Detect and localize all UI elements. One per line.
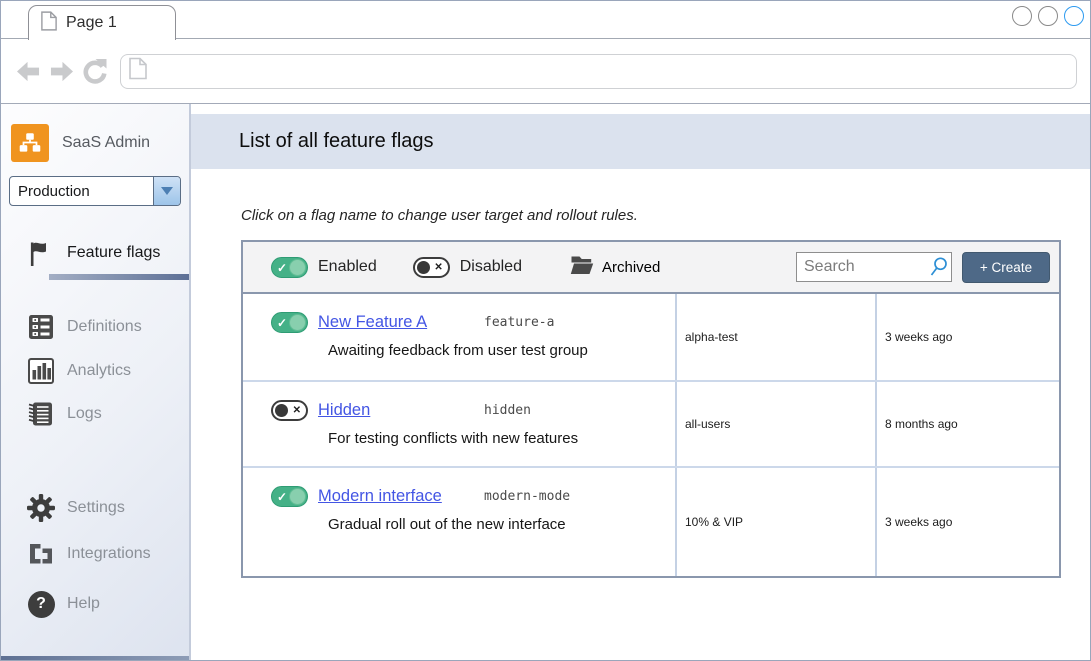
window-control-3[interactable] — [1064, 6, 1084, 26]
instruction-text: Click on a flag name to change user targ… — [241, 207, 1090, 224]
archived-label: Archived — [602, 259, 660, 276]
forward-icon[interactable] — [47, 57, 75, 85]
sidebar-item-settings[interactable]: Settings — [1, 493, 189, 523]
sidebar-item-label: Analytics — [67, 362, 131, 380]
flag-target: 10% & VIP — [685, 515, 743, 529]
flag-name-link[interactable]: Hidden — [318, 401, 474, 420]
brand: SaaS Admin — [11, 124, 189, 162]
flag-target-cell: 10% & VIP — [675, 468, 875, 576]
flag-toggle[interactable]: ✓ — [271, 486, 308, 507]
table-row: ✓ Modern interface modern-mode Gradual r… — [243, 466, 1059, 576]
window-controls — [1012, 6, 1084, 26]
sidebar-item-label: Integrations — [67, 545, 151, 563]
flag-updated: 8 months ago — [885, 417, 958, 431]
sidebar-item-label: Feature flags — [67, 244, 160, 262]
filter-archived[interactable]: Archived — [570, 254, 660, 280]
flag-updated: 3 weeks ago — [885, 330, 952, 344]
flag-description: For testing conflicts with new features — [328, 430, 675, 447]
sidebar-item-label: Definitions — [67, 318, 142, 336]
filter-disabled[interactable]: ✕ Disabled — [413, 257, 522, 278]
sidebar-item-label: Help — [67, 595, 100, 613]
back-icon[interactable] — [14, 57, 42, 85]
url-bar[interactable] — [120, 54, 1077, 89]
flag-updated-cell: 8 months ago — [875, 382, 1059, 466]
window-control-1[interactable] — [1012, 6, 1032, 26]
help-icon: ? — [26, 591, 56, 618]
browser-tab[interactable]: Page 1 — [28, 5, 176, 40]
page-header: List of all feature flags — [191, 114, 1090, 169]
table-row: ✓ New Feature A feature-a Awaiting feedb… — [243, 294, 1059, 380]
flag-key: feature-a — [484, 315, 554, 330]
browser-nav-bar — [1, 39, 1090, 104]
window-control-2[interactable] — [1038, 6, 1058, 26]
flag-key: hidden — [484, 403, 531, 418]
table-row: ✕ Hidden hidden For testing conflicts wi… — [243, 380, 1059, 466]
integrations-icon — [26, 540, 56, 568]
flag-main-cell: ✓ Modern interface modern-mode Gradual r… — [243, 468, 675, 576]
flag-toggle[interactable]: ✓ — [271, 312, 308, 333]
sidebar-item-analytics[interactable]: Analytics — [1, 356, 189, 386]
sidebar-item-logs[interactable]: Logs — [1, 399, 189, 429]
environment-select[interactable]: Production — [9, 176, 181, 206]
sidebar-item-help[interactable]: ? Help — [1, 589, 189, 619]
enabled-label: Enabled — [318, 258, 377, 276]
logs-icon — [26, 400, 56, 428]
environment-value: Production — [10, 177, 153, 205]
flag-description: Gradual roll out of the new interface — [328, 516, 675, 533]
bar-chart-icon — [26, 357, 56, 385]
disabled-label: Disabled — [460, 258, 522, 276]
enabled-toggle-icon[interactable]: ✓ — [271, 257, 308, 278]
browser-window: Page 1 S — [0, 0, 1091, 661]
page-icon — [41, 11, 57, 36]
search-icon — [927, 256, 949, 283]
gear-icon — [26, 493, 56, 523]
search-box — [796, 252, 952, 282]
create-button[interactable]: + Create — [962, 252, 1050, 283]
sidebar-item-feature-flags[interactable]: Feature flags — [1, 238, 189, 268]
flag-toggle[interactable]: ✕ — [271, 400, 308, 421]
chevron-down-icon[interactable] — [153, 177, 180, 205]
sidebar: SaaS Admin Production Feature flags — [1, 104, 191, 660]
sidebar-item-integrations[interactable]: Integrations — [1, 539, 189, 569]
browser-tab-bar: Page 1 — [1, 1, 1090, 39]
flag-description: Awaiting feedback from user test group — [328, 342, 675, 359]
flag-updated-cell: 3 weeks ago — [875, 294, 1059, 380]
flag-updated-cell: 3 weeks ago — [875, 468, 1059, 576]
feature-flags-table: ✓ Enabled ✕ Disabled Archived — [241, 240, 1061, 578]
page-title: List of all feature flags — [239, 130, 434, 153]
flag-target-cell: alpha-test — [675, 294, 875, 380]
flag-target: all-users — [685, 417, 730, 431]
disabled-toggle-icon[interactable]: ✕ — [413, 257, 450, 278]
flag-name-link[interactable]: Modern interface — [318, 487, 474, 506]
filter-enabled[interactable]: ✓ Enabled — [271, 257, 377, 278]
sidebar-nav: Feature flags Definitions Analytics — [1, 238, 189, 619]
sidebar-bottom-bar — [1, 656, 189, 660]
flag-key: modern-mode — [484, 489, 570, 504]
refresh-icon[interactable] — [80, 57, 108, 85]
sidebar-item-label: Settings — [67, 499, 125, 517]
flag-main-cell: ✓ New Feature A feature-a Awaiting feedb… — [243, 294, 675, 380]
sidebar-item-definitions[interactable]: Definitions — [1, 312, 189, 342]
sitemap-logo-icon — [11, 124, 49, 162]
active-item-underline — [49, 274, 189, 280]
filter-bar: ✓ Enabled ✕ Disabled Archived — [243, 242, 1059, 294]
sidebar-item-label: Logs — [67, 405, 102, 423]
main-content: List of all feature flags Click on a fla… — [191, 104, 1090, 660]
flag-updated: 3 weeks ago — [885, 515, 952, 529]
app-name: SaaS Admin — [62, 134, 150, 152]
flag-main-cell: ✕ Hidden hidden For testing conflicts wi… — [243, 382, 675, 466]
definitions-icon — [26, 313, 56, 341]
tab-title: Page 1 — [66, 14, 117, 32]
flag-target-cell: all-users — [675, 382, 875, 466]
folder-icon — [570, 254, 594, 280]
flag-icon — [26, 240, 56, 267]
flag-target: alpha-test — [685, 330, 738, 344]
url-page-icon — [129, 57, 147, 85]
flag-name-link[interactable]: New Feature A — [318, 313, 474, 332]
